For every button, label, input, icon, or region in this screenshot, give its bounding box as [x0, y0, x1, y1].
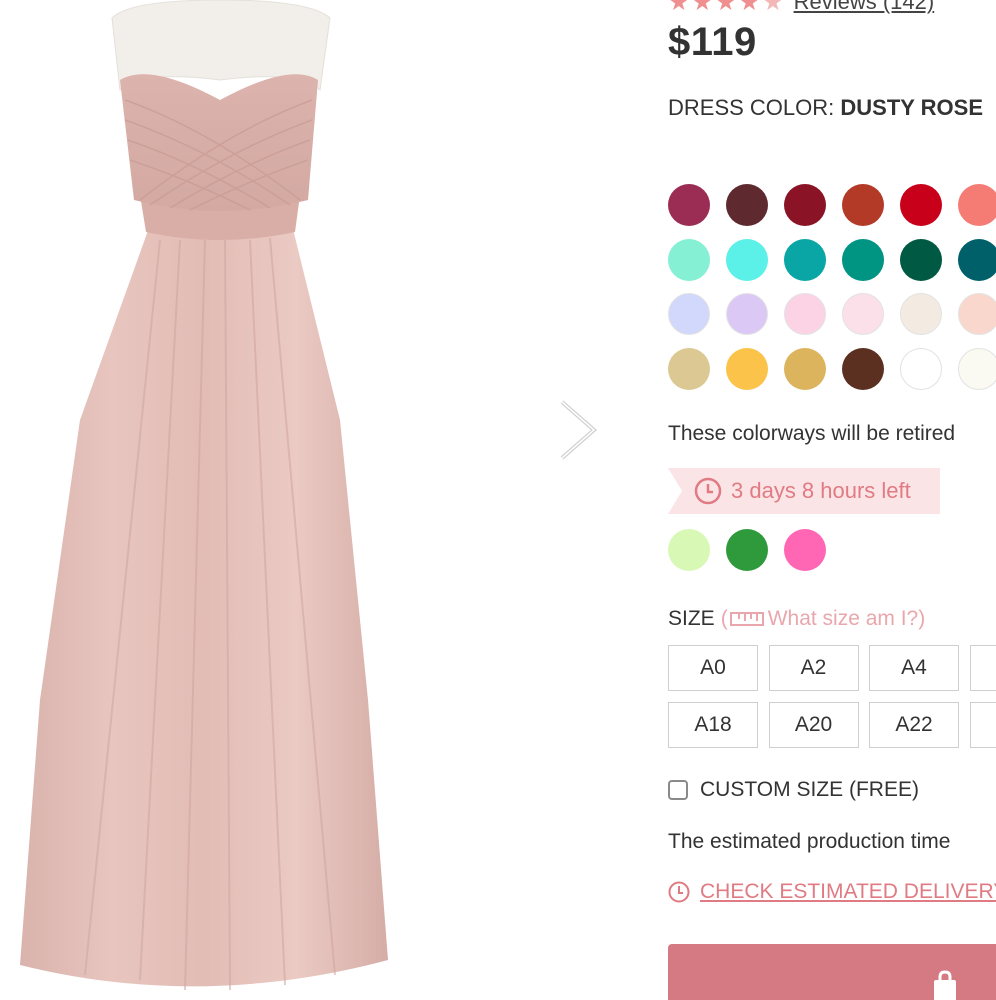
size-option-button[interactable] — [969, 702, 996, 748]
custom-size-checkbox[interactable] — [668, 780, 688, 800]
next-image-button[interactable] — [556, 398, 600, 462]
clock-icon — [694, 477, 722, 505]
size-help-paren: ( — [720, 607, 728, 630]
color-swatch[interactable] — [726, 293, 768, 335]
chevron-right-icon — [560, 400, 598, 460]
retiring-color-swatch[interactable] — [668, 529, 710, 571]
star-icon: ★ — [715, 0, 737, 16]
star-icon: ★ — [738, 0, 761, 16]
retiring-color-swatch[interactable] — [726, 529, 768, 571]
size-help-text: What size am I?) — [767, 607, 926, 630]
reviews-link[interactable]: Reviews (142) — [794, 0, 935, 15]
size-option-button[interactable]: A2 — [768, 645, 859, 691]
size-help-link[interactable]: ( What size am I?) — [721, 607, 926, 631]
dress-color-value: DUSTY ROSE — [840, 95, 983, 120]
color-swatch[interactable] — [726, 184, 768, 226]
size-option-button[interactable]: A18 — [668, 702, 758, 748]
color-swatch[interactable] — [842, 347, 884, 390]
dress-illustration — [20, 0, 388, 991]
color-swatch[interactable] — [958, 293, 996, 335]
color-swatch[interactable] — [842, 293, 884, 335]
star-icon: ★ — [668, 0, 690, 16]
check-delivery-label: CHECK ESTIMATED DELIVERY — [700, 880, 996, 903]
color-swatch[interactable] — [900, 347, 942, 390]
size-option-button[interactable]: A20 — [768, 702, 859, 748]
color-swatch[interactable] — [726, 238, 768, 281]
dress-color-row: DRESS COLOR: DUSTY ROSE — [668, 95, 983, 121]
size-option-button[interactable] — [969, 645, 996, 691]
countdown-banner: 3 days 8 hours left — [668, 468, 940, 514]
ruler-icon — [729, 612, 764, 626]
product-image — [0, 0, 560, 1000]
color-swatch[interactable] — [726, 347, 768, 390]
size-option-button[interactable]: A4 — [869, 645, 959, 691]
size-option-button[interactable]: A22 — [869, 702, 959, 748]
color-swatch[interactable] — [668, 347, 710, 390]
size-row: SIZE ( What size am I?) — [668, 607, 925, 631]
color-swatch[interactable] — [958, 347, 996, 390]
color-swatch[interactable] — [842, 184, 884, 226]
color-swatch[interactable] — [958, 238, 996, 281]
dress-color-label: DRESS COLOR: — [668, 95, 841, 120]
check-delivery-link[interactable]: CHECK ESTIMATED DELIVERY — [668, 880, 996, 904]
shopping-bag-icon — [934, 970, 956, 1000]
custom-size-label: CUSTOM SIZE (FREE) — [700, 778, 919, 801]
add-to-bag-button[interactable] — [668, 944, 996, 1000]
color-swatch[interactable] — [668, 238, 710, 281]
color-swatch[interactable] — [900, 293, 942, 335]
star-icon: ★ — [691, 0, 714, 16]
clock-icon — [668, 881, 690, 903]
star-rating: ★ ★ ★ ★ ★ — [668, 0, 784, 14]
color-swatch[interactable] — [784, 184, 826, 226]
color-swatch[interactable] — [958, 184, 996, 226]
size-option-button[interactable]: A0 — [668, 645, 758, 691]
color-swatch[interactable] — [668, 293, 710, 335]
countdown-text: 3 days 8 hours left — [731, 478, 911, 503]
production-time-text: The estimated production time — [668, 830, 951, 853]
color-swatch[interactable] — [784, 347, 826, 390]
retired-note: These colorways will be retired — [668, 422, 956, 445]
half-star-icon: ★ — [762, 0, 784, 16]
size-label: SIZE — [668, 607, 715, 630]
color-swatch[interactable] — [668, 184, 710, 226]
color-swatch[interactable] — [900, 184, 942, 226]
retiring-color-swatch[interactable] — [784, 529, 826, 571]
custom-size-row[interactable]: CUSTOM SIZE (FREE) — [668, 778, 919, 802]
product-details: ★ ★ ★ ★ ★ Reviews (142) $119 DRESS COLOR… — [668, 0, 996, 1000]
price: $119 — [668, 20, 757, 64]
color-swatch[interactable] — [784, 238, 826, 281]
rating-row: ★ ★ ★ ★ ★ Reviews (142) — [668, 0, 934, 16]
color-swatch[interactable] — [842, 238, 884, 281]
color-swatch[interactable] — [784, 293, 826, 335]
color-swatch[interactable] — [900, 238, 942, 281]
